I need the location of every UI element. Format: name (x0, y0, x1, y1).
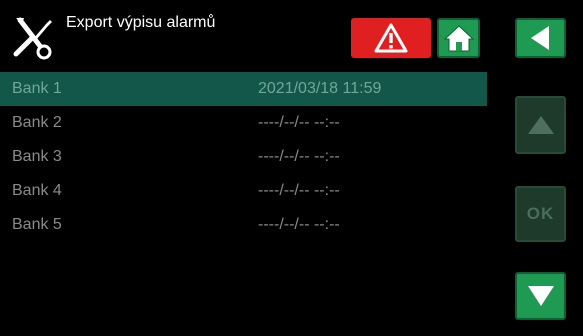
warning-icon (374, 23, 408, 53)
bank-date: ----/--/-- --:-- (258, 182, 340, 199)
tools-icon (13, 17, 52, 60)
scroll-up-button[interactable] (515, 96, 566, 154)
bank-row[interactable]: Bank 5 ----/--/-- --:-- (0, 208, 487, 242)
bank-row[interactable]: Bank 4 ----/--/-- --:-- (0, 174, 487, 208)
ok-button[interactable]: OK (515, 186, 566, 242)
alarm-button[interactable] (351, 18, 431, 58)
home-icon (443, 25, 474, 52)
bank-name: Bank 1 (12, 80, 62, 97)
bank-name: Bank 3 (12, 148, 62, 165)
bank-name: Bank 5 (12, 216, 62, 233)
back-button[interactable] (515, 18, 566, 58)
bank-row[interactable]: Bank 1 2021/03/18 11:59 (0, 72, 487, 106)
scroll-down-button[interactable] (515, 272, 566, 320)
bank-row[interactable]: Bank 2 ----/--/-- --:-- (0, 106, 487, 140)
down-arrow-icon (527, 286, 554, 306)
bank-name: Bank 4 (12, 182, 62, 199)
bank-date: ----/--/-- --:-- (258, 114, 340, 131)
bank-date: ----/--/-- --:-- (258, 216, 340, 233)
page-title: Export výpisu alarmů (66, 14, 216, 31)
back-arrow-icon (530, 26, 549, 50)
bank-date: ----/--/-- --:-- (258, 148, 340, 165)
up-arrow-icon (527, 116, 554, 134)
bank-date: 2021/03/18 11:59 (258, 80, 382, 97)
home-button[interactable] (437, 18, 480, 58)
bank-name: Bank 2 (12, 114, 62, 131)
bank-list: Bank 1 2021/03/18 11:59 Bank 2 ----/--/-- -… (0, 72, 487, 242)
bank-row[interactable]: Bank 3 ----/--/-- --:-- (0, 140, 487, 174)
